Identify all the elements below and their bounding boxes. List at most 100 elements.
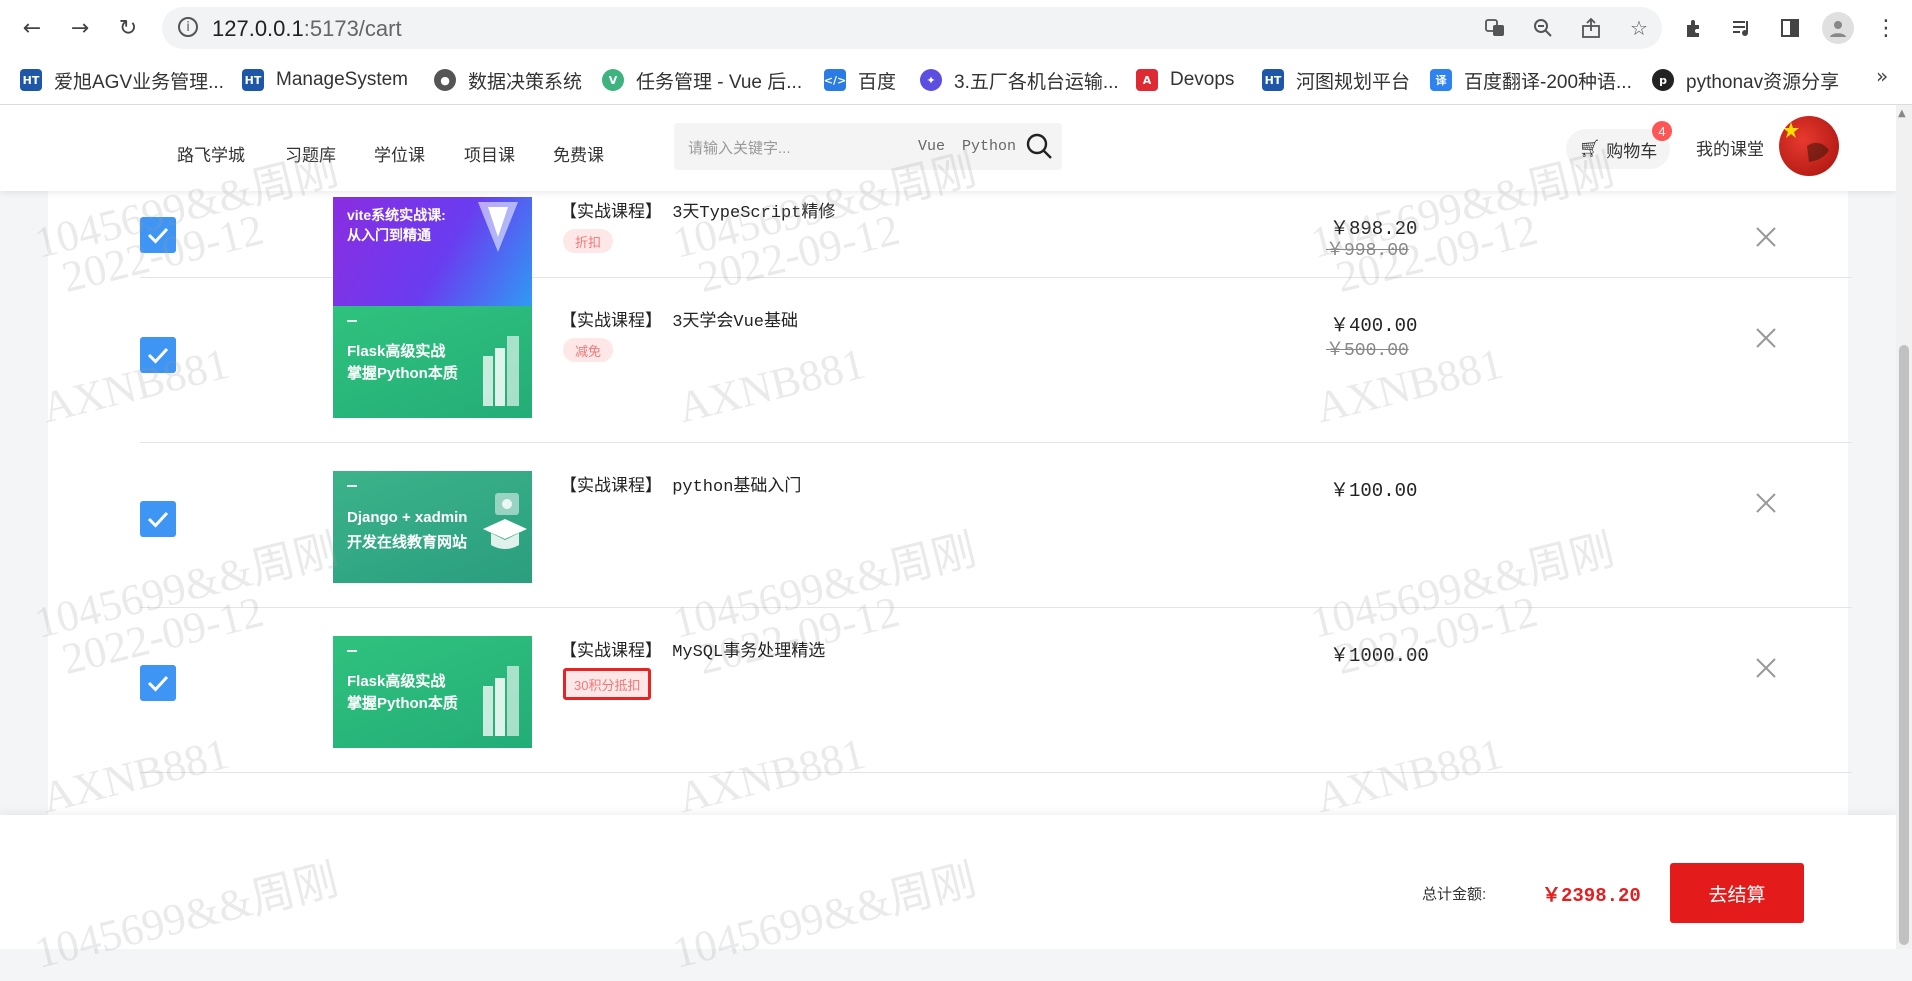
course-name[interactable]: 【实战课程】 python基础入门 [560, 471, 801, 497]
cart-label: 购物车 [1606, 141, 1658, 161]
angular-icon: A [1136, 69, 1158, 91]
search-icon[interactable] [1024, 131, 1054, 161]
bookmark-item[interactable]: ● 数据决策系统 [434, 65, 582, 95]
vue-icon: V [602, 69, 624, 91]
menu-kebab-icon[interactable]: ⋮ [1870, 12, 1902, 44]
hot-word-vue[interactable]: Vue [918, 138, 945, 155]
bookmark-label: 百度 [858, 71, 897, 93]
bookmark-label: 河图规划平台 [1296, 71, 1411, 93]
thumb-subtitle: 掌握Python本质 [347, 695, 458, 712]
hot-word-python[interactable]: Python [962, 138, 1016, 155]
globe-icon: ● [434, 69, 456, 91]
nav-item-projects[interactable]: 项目课 [464, 141, 515, 166]
bookmark-item[interactable]: A Devops [1136, 65, 1234, 95]
bookmark-item[interactable]: ✦ 3.五厂各机台运输... [920, 65, 1119, 95]
bookmark-label: 任务管理 - Vue 后... [636, 71, 803, 93]
bookmark-item[interactable]: p pythonav资源分享 [1652, 65, 1839, 95]
thumb-title: Flask高级实战 [347, 673, 446, 690]
cart-count-badge: 4 [1652, 121, 1672, 141]
bookmark-item[interactable]: V 任务管理 - Vue 后... [602, 65, 802, 95]
nav-item-free[interactable]: 免费课 [553, 141, 604, 166]
item-price: ￥100.00 [1330, 480, 1418, 502]
cart-icon: 🛒︎ [1578, 139, 1601, 159]
thumb-subtitle: 掌握Python本质 [347, 365, 458, 382]
course-name[interactable]: 【实战课程】 MySQL事务处理精选 [560, 636, 825, 662]
url-host: 127.0.0.1 [212, 16, 304, 41]
check-icon [147, 675, 169, 692]
bookmark-item[interactable]: HT ManageSystem [242, 65, 408, 95]
graduation-cap-icon [483, 493, 527, 549]
reload-icon[interactable]: ↻ [112, 12, 144, 44]
media-icon[interactable] [1726, 12, 1758, 44]
course-name[interactable]: 【实战课程】 3天学会Vue基础 [560, 306, 798, 332]
item-checkbox[interactable] [140, 337, 176, 373]
bookmark-label: Devops [1170, 69, 1235, 90]
nav-item-degree[interactable]: 学位课 [374, 141, 425, 166]
course-thumbnail[interactable]: Flask高级实战 掌握Python本质 [333, 306, 532, 418]
delete-icon[interactable] [1754, 491, 1778, 515]
discount-tag: 减免 [563, 338, 614, 362]
thumb-subtitle: 从入门到精通 [347, 227, 431, 243]
bookmark-item[interactable]: HT 河图规划平台 [1262, 65, 1410, 95]
course-thumbnail[interactable]: Flask高级实战 掌握Python本质 [333, 636, 532, 748]
course-thumbnail[interactable]: Django + xadmin 开发在线教育网站 [333, 471, 532, 583]
nav-item-exercises[interactable]: 习题库 [285, 141, 336, 166]
search-input[interactable]: 请输入关键字... Vue Python [674, 123, 1062, 170]
translate-icon[interactable] [1482, 15, 1508, 41]
url-path: :5173/cart [303, 16, 402, 41]
total-amount: ￥2398.20 [1542, 885, 1641, 907]
bookmark-item[interactable]: 译百度翻译-200种语... [1430, 65, 1632, 95]
bookmarks-bar: HT 爱旭AGV业务管理... HT ManageSystem ● 数据决策系统 V任… [0, 56, 1912, 105]
item-checkbox[interactable] [140, 217, 176, 253]
cart-item-row: Flask高级实战 掌握Python本质 【实战课程】 3天学会Vue基础 减免… [140, 278, 1852, 443]
discount-tag: 折扣 [563, 229, 614, 253]
search-placeholder: 请输入关键字... [688, 140, 791, 157]
item-checkbox[interactable] [140, 501, 176, 537]
check-icon [147, 227, 169, 244]
books-icon [483, 666, 519, 736]
user-avatar[interactable] [1779, 116, 1839, 176]
bookmarks-more-icon[interactable]: » [1876, 64, 1888, 88]
extensions-icon[interactable] [1678, 12, 1710, 44]
address-bar[interactable]: i 127.0.0.1:5173/cart ☆ [162, 7, 1662, 49]
code-icon: </> [824, 69, 846, 91]
back-icon[interactable]: ← [16, 12, 48, 44]
scroll-up-icon[interactable]: ▲ [1898, 108, 1910, 120]
browser-toolbar: ← → ↻ i 127.0.0.1:5173/cart ☆ ⋮ [0, 0, 1912, 56]
bookmark-label: 爱旭AGV业务管理... [54, 71, 224, 93]
delete-icon[interactable] [1754, 225, 1778, 249]
cart-item-row: Django + xadmin 开发在线教育网站 【实战课程】 python基础… [140, 443, 1852, 608]
thumb-dash [347, 485, 357, 487]
hetu-icon: HT [20, 69, 42, 91]
delete-icon[interactable] [1754, 656, 1778, 680]
points-deduction-tag: 30积分抵扣 [563, 668, 652, 700]
nav-item-luffy[interactable]: 路飞学城 [177, 141, 245, 166]
zoom-icon[interactable] [1530, 15, 1556, 41]
url-text[interactable]: 127.0.0.1:5173/cart [212, 16, 402, 42]
cart-panel: vite系统实战课: 从入门到精通 【实战课程】 3天TypeScript精修 … [48, 191, 1852, 921]
bookmark-star-icon[interactable]: ☆ [1626, 15, 1652, 41]
python-icon: p [1652, 69, 1674, 91]
site-info-icon[interactable]: i [178, 17, 198, 37]
bookmark-item[interactable]: </> 百度 [824, 65, 896, 95]
delete-icon[interactable] [1754, 326, 1778, 350]
sidepanel-icon[interactable] [1774, 12, 1806, 44]
profile-icon[interactable] [1822, 12, 1854, 44]
course-name[interactable]: 【实战课程】 3天TypeScript精修 [560, 197, 835, 223]
checkout-button[interactable]: 去结算 [1670, 863, 1804, 923]
share-icon[interactable] [1578, 15, 1604, 41]
thumb-dash [347, 320, 357, 322]
item-original-price: ￥500.00 [1326, 341, 1409, 361]
forward-icon[interactable]: → [64, 12, 96, 44]
vite-logo-icon [478, 202, 518, 252]
my-class-link[interactable]: 我的课堂 [1696, 135, 1764, 160]
total-label: 总计金额: [1422, 886, 1487, 903]
scrollbar-thumb[interactable] [1899, 345, 1909, 945]
thumb-subtitle: 开发在线教育网站 [347, 534, 468, 551]
flag-avatar-icon [1783, 122, 1829, 162]
page-viewport: vite系统实战课: 从入门到精通 【实战课程】 3天TypeScript精修 … [0, 105, 1896, 949]
item-checkbox[interactable] [140, 665, 176, 701]
bookmark-label: ManageSystem [276, 69, 409, 90]
thumb-title: Flask高级实战 [347, 343, 446, 360]
bookmark-item[interactable]: HT 爱旭AGV业务管理... [20, 65, 224, 95]
